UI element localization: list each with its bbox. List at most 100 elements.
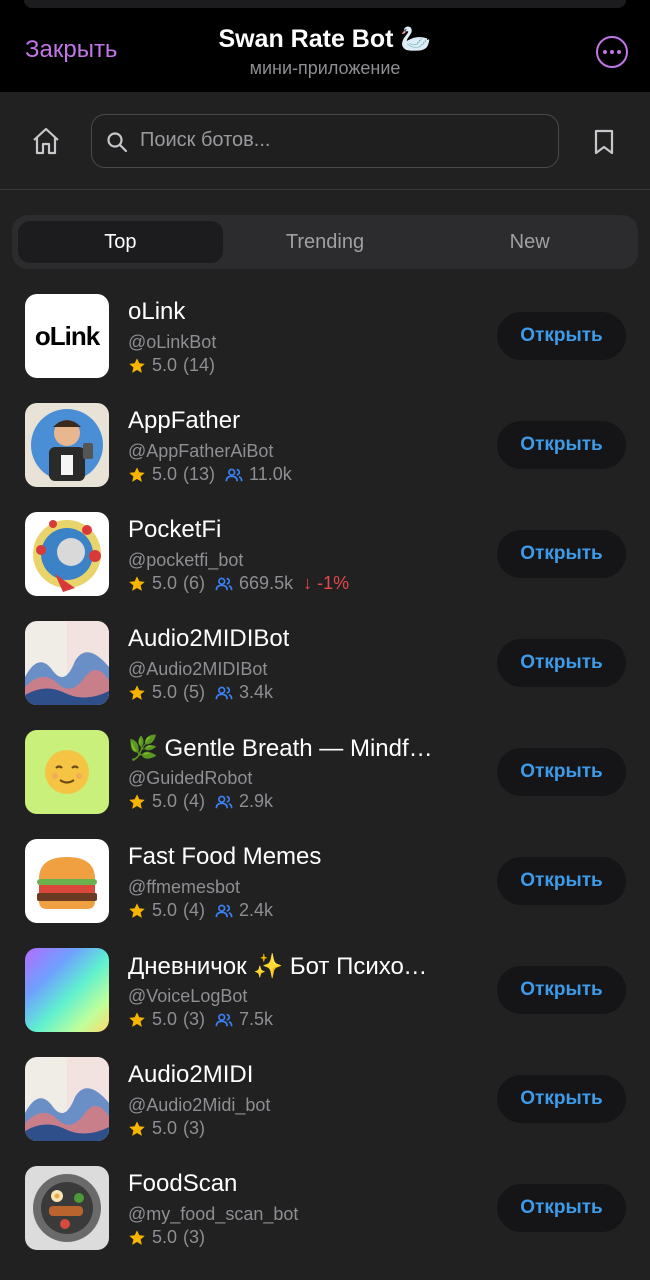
bot-list-item[interactable]: Дневничок ✨ Бот Психолог @VoiceLogBot 5.0(… <box>0 934 650 1043</box>
bot-list-item[interactable]: oLink oLink @oLinkBot 5.0 (14) Открыть <box>0 280 650 389</box>
telegram-header: Закрыть Swan Rate Bot 🦢 мини-приложение <box>0 0 650 92</box>
star-icon <box>129 793 145 809</box>
users-icon <box>215 904 233 917</box>
bot-stats: 5.0 (4) 2.9k <box>128 791 273 812</box>
bot-stats: 5.0 (13) 11.0k <box>128 464 292 485</box>
bot-name: Fast Food Memes <box>128 843 322 870</box>
rating-value: 5.0 <box>152 573 178 593</box>
dot-icon <box>603 50 607 54</box>
review-count: (14) <box>183 355 216 375</box>
category-tabs: Top Trending New <box>12 215 638 269</box>
open-button[interactable]: Открыть <box>497 312 626 360</box>
review-count: (3) <box>183 1118 206 1138</box>
star-icon <box>129 1120 145 1136</box>
bot-list-item[interactable]: 🌿 Gentle Breath — Mindfulness @GuidedRobo… <box>0 716 650 825</box>
bot-avatar <box>25 512 109 596</box>
users-icon <box>215 577 233 590</box>
open-button[interactable]: Открыть <box>497 857 626 905</box>
users-icon <box>225 468 243 481</box>
bot-handle: @VoiceLogBot <box>128 986 248 1006</box>
bot-handle: @Audio2Midi_bot <box>128 1095 271 1115</box>
search-box[interactable] <box>91 114 559 168</box>
bot-stats: 5.0 (14) <box>128 355 215 376</box>
home-icon[interactable] <box>30 125 62 157</box>
tab-trending[interactable]: Trending <box>223 221 428 263</box>
drag-handle[interactable] <box>24 0 626 8</box>
app-subtitle: мини-приложение <box>249 58 401 78</box>
title-block: Swan Rate Bot 🦢 мини-приложение <box>0 25 650 79</box>
bot-name: 🌿 Gentle Breath — Mindfulness <box>128 735 438 762</box>
rating-value: 5.0 <box>152 900 178 920</box>
bot-handle: @ffmemesbot <box>128 877 240 897</box>
open-button[interactable]: Открыть <box>497 421 626 469</box>
dot-icon <box>617 50 621 54</box>
users-icon <box>215 686 233 699</box>
bot-list-item[interactable]: Audio2MIDIBot @Audio2MIDIBot 5.0 (5) 3.4k Отк… <box>0 607 650 716</box>
open-button[interactable]: Открыть <box>497 530 626 578</box>
bot-avatar <box>25 948 109 1032</box>
trend-indicator: ↓ -1% <box>303 573 350 593</box>
search-input[interactable] <box>140 115 540 165</box>
bot-name: AppFather <box>128 407 241 434</box>
tab-top[interactable]: Top <box>18 221 223 263</box>
rating-value: 5.0 <box>152 355 178 375</box>
bot-stats: 5.0 (3) <box>128 1118 205 1139</box>
review-count: (3) <box>183 1009 206 1029</box>
search-icon <box>107 132 128 153</box>
bot-name: oLink <box>128 298 186 325</box>
user-count: 11.0k <box>249 464 292 484</box>
star-icon <box>129 357 145 373</box>
rating-value: 5.0 <box>152 464 178 484</box>
bot-handle: @GuidedRobot <box>128 768 253 788</box>
bot-name: PocketFi <box>128 516 222 543</box>
bot-avatar <box>25 1057 109 1141</box>
tab-new[interactable]: New <box>427 221 632 263</box>
bot-stats: 5.0 (5) 3.4k <box>128 682 273 703</box>
bot-avatar <box>25 839 109 923</box>
review-count: (13) <box>183 464 216 484</box>
bot-list-item[interactable]: PocketFi @pocketfi_bot 5.0 (6) 669.5k ↓ -1% От… <box>0 498 650 607</box>
star-icon <box>129 1229 145 1245</box>
review-count: (4) <box>183 900 206 920</box>
bot-list-item[interactable]: Audio2MIDI @Audio2Midi_bot 5.0 (3) Открыть <box>0 1043 650 1152</box>
user-count: 3.4k <box>239 682 274 702</box>
bot-stats: 5.0 (3) <box>128 1227 205 1248</box>
bot-stats: 5.0 (6) 669.5k ↓ -1% <box>128 573 349 594</box>
bot-stats: 5.0 (3) 7.5k <box>128 1009 273 1030</box>
bot-name: Audio2MIDIBot <box>128 625 290 652</box>
bot-handle: @oLinkBot <box>128 332 217 352</box>
bot-list-item[interactable]: AppFather @AppFatherAiBot 5.0 (13) 11.0k Откр… <box>0 389 650 498</box>
user-count: 2.4k <box>239 900 274 920</box>
star-icon <box>129 902 145 918</box>
star-icon <box>129 575 145 591</box>
review-count: (3) <box>183 1227 206 1247</box>
rating-value: 5.0 <box>152 791 178 811</box>
open-button[interactable]: Открыть <box>497 1184 626 1232</box>
review-count: (4) <box>183 791 206 811</box>
users-icon <box>215 1013 233 1026</box>
bot-name: Дневничок ✨ Бот Психолог <box>128 953 438 980</box>
star-icon <box>129 466 145 482</box>
users-icon <box>215 795 233 808</box>
search-bar <box>0 92 650 190</box>
user-count: 2.9k <box>239 791 274 811</box>
more-options-button[interactable] <box>596 36 628 68</box>
bot-avatar <box>25 730 109 814</box>
user-count: 7.5k <box>239 1009 274 1029</box>
app-title: Swan Rate Bot 🦢 <box>218 25 432 53</box>
open-button[interactable]: Открыть <box>497 966 626 1014</box>
bot-list-item[interactable]: FoodScan @my_food_scan_bot 5.0 (3) Открыть <box>0 1152 650 1261</box>
open-button[interactable]: Открыть <box>497 748 626 796</box>
bot-list-item[interactable]: Fast Food Memes @ffmemesbot 5.0 (4) 2.4k Откр… <box>0 825 650 934</box>
open-button[interactable]: Открыть <box>497 1075 626 1123</box>
user-count: 669.5k <box>239 573 294 593</box>
bot-handle: @Audio2MIDIBot <box>128 659 268 679</box>
bookmark-icon[interactable] <box>592 128 616 156</box>
star-icon <box>129 1011 145 1027</box>
review-count: (5) <box>183 682 206 702</box>
bot-stats: 5.0 (4) 2.4k <box>128 900 273 921</box>
open-button[interactable]: Открыть <box>497 639 626 687</box>
bot-avatar <box>25 403 109 487</box>
dot-icon <box>610 50 614 54</box>
bot-handle: @my_food_scan_bot <box>128 1204 299 1224</box>
